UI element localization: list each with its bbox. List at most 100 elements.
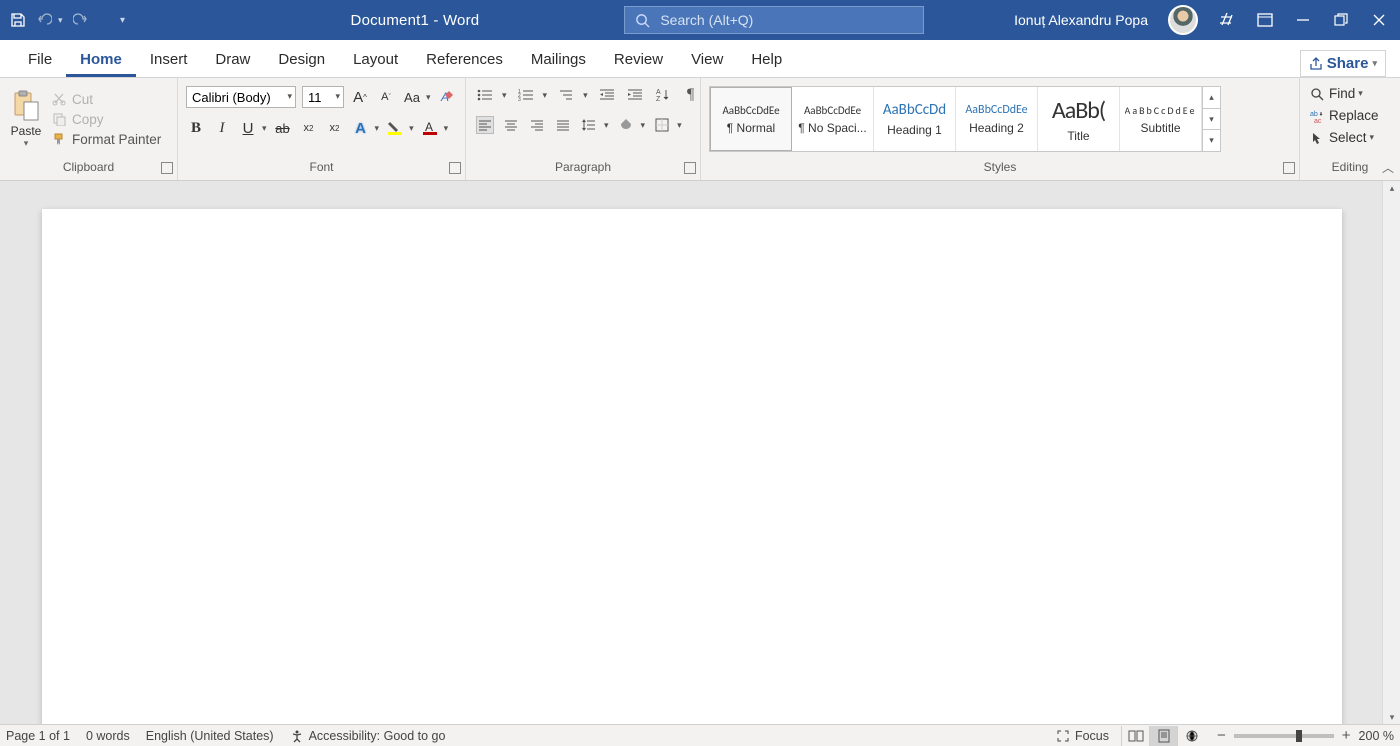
line-spacing-dropdown-icon[interactable]: ▾ <box>604 120 609 131</box>
style-normal[interactable]: AaBbCcDdEe ¶ Normal <box>710 87 792 151</box>
font-name-combo[interactable]: Calibri (Body)▾ <box>186 86 296 108</box>
text-effects-dropdown-icon[interactable]: ▾ <box>375 123 380 134</box>
line-spacing-button[interactable] <box>580 116 598 134</box>
font-color-button[interactable]: A <box>420 118 440 138</box>
shading-dropdown-icon[interactable]: ▾ <box>641 120 646 131</box>
save-icon[interactable] <box>10 12 26 28</box>
text-effects-button[interactable]: A <box>351 118 371 138</box>
undo-dropdown-icon[interactable]: ▾ <box>58 15 63 26</box>
undo-icon[interactable] <box>36 12 52 28</box>
close-button[interactable] <box>1370 11 1388 29</box>
vertical-scrollbar[interactable]: ▴ ▾ <box>1382 181 1400 724</box>
minimize-button[interactable] <box>1294 11 1312 29</box>
web-layout-button[interactable] <box>1177 726 1205 746</box>
select-button[interactable]: Select ▾ <box>1306 128 1378 147</box>
numbering-dropdown-icon[interactable]: ▾ <box>543 90 548 101</box>
status-page[interactable]: Page 1 of 1 <box>6 729 70 743</box>
underline-dropdown-icon[interactable]: ▾ <box>262 123 267 134</box>
tab-draw[interactable]: Draw <box>201 44 264 77</box>
grow-font-button[interactable]: A^ <box>350 87 370 107</box>
find-button[interactable]: Find ▾ <box>1306 84 1367 103</box>
share-dropdown-icon[interactable]: ▾ <box>1372 58 1377 69</box>
zoom-thumb[interactable] <box>1296 730 1302 742</box>
tab-insert[interactable]: Insert <box>136 44 202 77</box>
decrease-indent-button[interactable] <box>598 86 616 104</box>
find-dropdown-icon[interactable]: ▾ <box>1358 88 1363 99</box>
gallery-down-icon[interactable]: ▾ <box>1203 109 1220 131</box>
font-color-dropdown-icon[interactable]: ▾ <box>444 123 449 134</box>
status-accessibility[interactable]: Accessibility: Good to go <box>290 729 446 743</box>
change-case-dropdown-icon[interactable]: ▾ <box>426 92 431 103</box>
strikethrough-button[interactable]: ab <box>273 118 293 138</box>
clear-formatting-button[interactable]: A <box>437 87 457 107</box>
subscript-button[interactable]: x2 <box>299 118 319 138</box>
format-painter-button[interactable]: Format Painter <box>50 131 163 148</box>
zoom-in-button[interactable]: + <box>1342 727 1351 744</box>
multilevel-dropdown-icon[interactable]: ▾ <box>583 90 588 101</box>
tab-home[interactable]: Home <box>66 44 136 77</box>
tab-design[interactable]: Design <box>264 44 339 77</box>
gallery-more-icon[interactable]: ▾ <box>1203 130 1220 151</box>
shrink-font-button[interactable]: Aˇ <box>376 87 396 107</box>
print-layout-button[interactable] <box>1149 726 1177 746</box>
align-left-button[interactable] <box>476 116 494 134</box>
zoom-slider[interactable] <box>1234 734 1334 738</box>
borders-button[interactable] <box>653 116 671 134</box>
ribbon-display-icon[interactable] <box>1256 11 1274 29</box>
numbering-button[interactable]: 123 <box>517 86 535 104</box>
document-page[interactable] <box>42 209 1342 724</box>
clipboard-dialog-icon[interactable] <box>161 162 173 174</box>
tab-references[interactable]: References <box>412 44 517 77</box>
zoom-out-button[interactable]: − <box>1217 727 1226 744</box>
status-language[interactable]: English (United States) <box>146 729 274 743</box>
zoom-percent[interactable]: 200 % <box>1359 729 1394 743</box>
collapse-ribbon-icon[interactable]: ︿ <box>1382 159 1394 176</box>
avatar[interactable] <box>1168 5 1198 35</box>
multilevel-list-button[interactable] <box>557 86 575 104</box>
account-name[interactable]: Ionuț Alexandru Popa <box>1014 12 1148 28</box>
tab-review[interactable]: Review <box>600 44 677 77</box>
superscript-button[interactable]: x2 <box>325 118 345 138</box>
style-no-spacing[interactable]: AaBbCcDdEe ¶ No Spaci... <box>792 87 874 151</box>
style-heading-1[interactable]: AaBbCcDd Heading 1 <box>874 87 956 151</box>
style-title[interactable]: AaBb( Title <box>1038 87 1120 151</box>
align-right-button[interactable] <box>528 116 546 134</box>
font-size-combo[interactable]: 11▾ <box>302 86 344 108</box>
coming-soon-icon[interactable] <box>1218 11 1236 29</box>
redo-icon[interactable] <box>73 12 89 28</box>
bold-button[interactable]: B <box>186 118 206 138</box>
increase-indent-button[interactable] <box>626 86 644 104</box>
sort-button[interactable]: AZ <box>654 86 672 104</box>
shading-button[interactable] <box>617 116 635 134</box>
search-input[interactable]: Search (Alt+Q) <box>624 6 924 34</box>
style-heading-2[interactable]: AaBbCcDdEe Heading 2 <box>956 87 1038 151</box>
bullets-button[interactable] <box>476 86 494 104</box>
cut-button[interactable]: Cut <box>50 91 163 108</box>
bullets-dropdown-icon[interactable]: ▾ <box>502 90 507 101</box>
underline-button[interactable]: U <box>238 118 258 138</box>
paste-button[interactable]: Paste ▾ <box>6 90 46 149</box>
highlight-dropdown-icon[interactable]: ▾ <box>409 123 414 134</box>
tab-layout[interactable]: Layout <box>339 44 412 77</box>
borders-dropdown-icon[interactable]: ▾ <box>677 120 682 131</box>
restore-button[interactable] <box>1332 11 1350 29</box>
align-center-button[interactable] <box>502 116 520 134</box>
scroll-up-icon[interactable]: ▴ <box>1383 181 1400 195</box>
show-marks-button[interactable]: ¶ <box>682 86 700 104</box>
styles-dialog-icon[interactable] <box>1283 162 1295 174</box>
status-word-count[interactable]: 0 words <box>86 729 130 743</box>
paste-dropdown-icon[interactable]: ▾ <box>6 138 46 149</box>
copy-button[interactable]: Copy <box>50 111 163 128</box>
tab-mailings[interactable]: Mailings <box>517 44 600 77</box>
highlight-button[interactable] <box>385 118 405 138</box>
style-subtitle[interactable]: AaBbCcDdEe Subtitle <box>1120 87 1202 151</box>
select-dropdown-icon[interactable]: ▾ <box>1370 132 1375 143</box>
gallery-up-icon[interactable]: ▴ <box>1203 87 1220 109</box>
paragraph-dialog-icon[interactable] <box>684 162 696 174</box>
justify-button[interactable] <box>554 116 572 134</box>
share-button[interactable]: Share ▾ <box>1300 50 1386 77</box>
scroll-down-icon[interactable]: ▾ <box>1383 710 1400 724</box>
tab-file[interactable]: File <box>14 44 66 77</box>
read-mode-button[interactable] <box>1121 726 1149 746</box>
focus-mode-button[interactable]: Focus <box>1056 729 1109 743</box>
